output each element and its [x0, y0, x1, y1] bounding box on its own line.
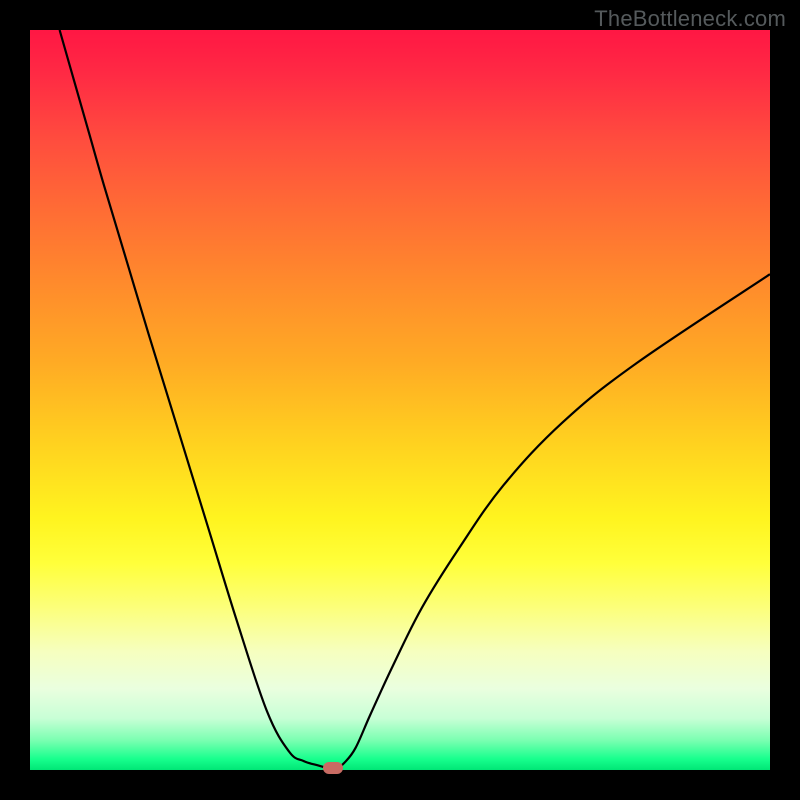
bottleneck-curve [30, 30, 770, 770]
plot-area [30, 30, 770, 770]
attribution-text: TheBottleneck.com [594, 6, 786, 32]
chart-frame: TheBottleneck.com [0, 0, 800, 800]
optimal-marker [323, 762, 343, 774]
